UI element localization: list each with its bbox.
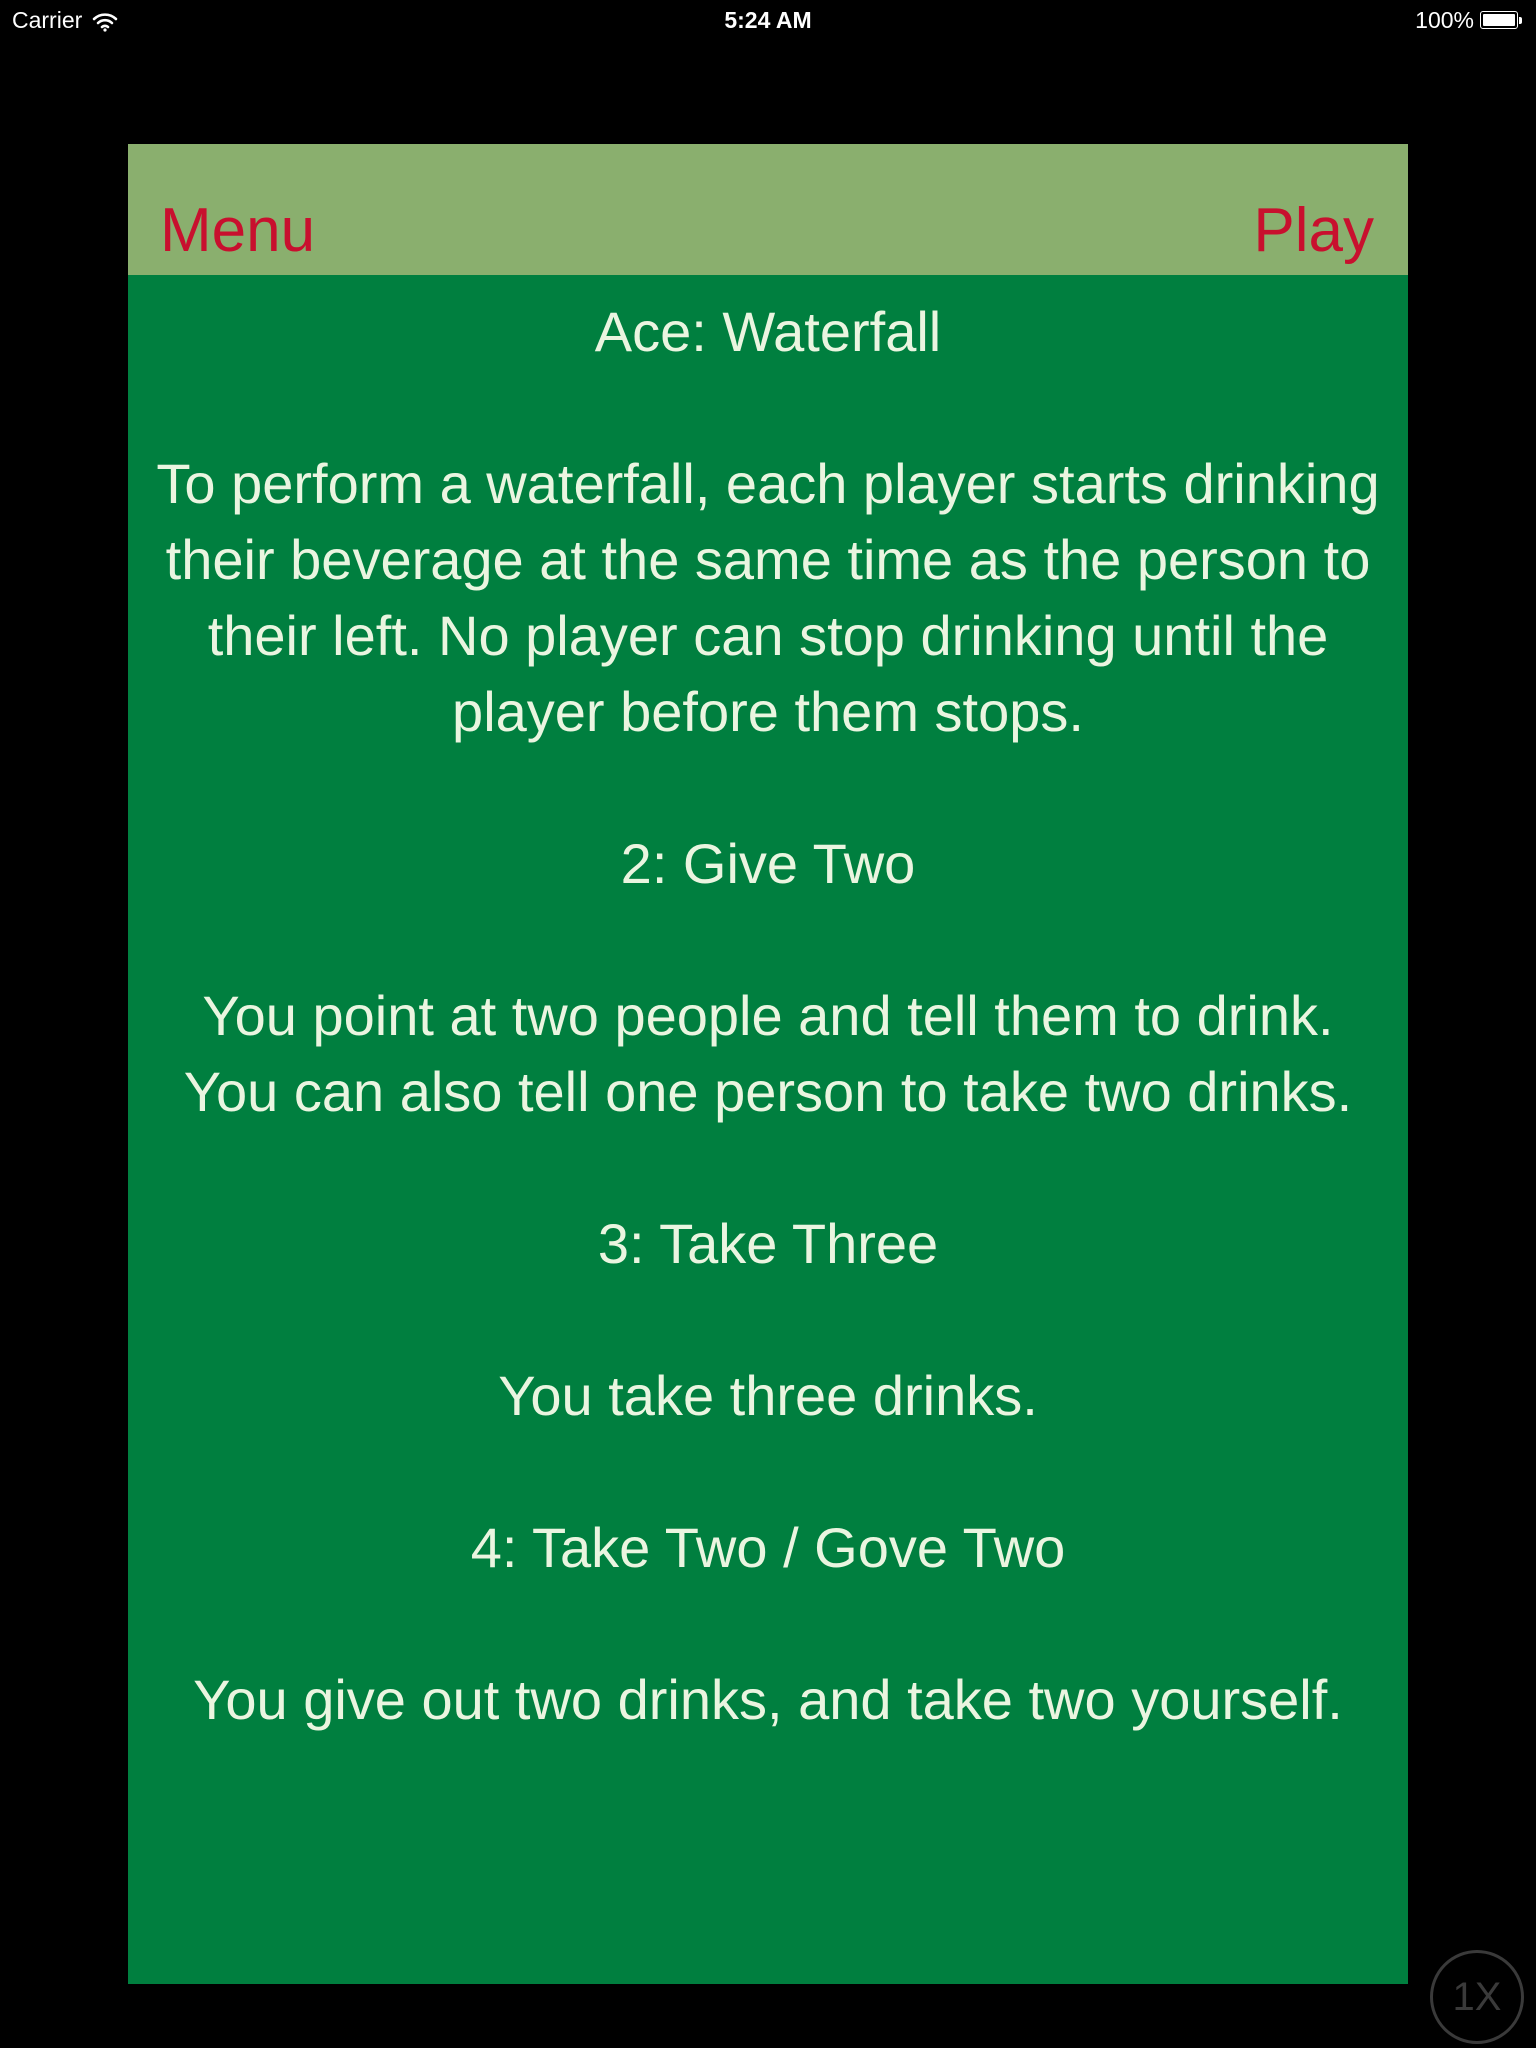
rule-description: To perform a waterfall, each player star…	[156, 452, 1380, 743]
screen: Carrier 5:24 AM 100% Menu Play Ace: Wate…	[0, 0, 1536, 2048]
battery-body	[1480, 10, 1518, 29]
rule-title: 4: Take Two / Gove Two	[470, 1516, 1066, 1579]
battery-tip	[1519, 16, 1522, 24]
rules-scroll-view[interactable]: Ace: Waterfall To perform a waterfall, ea…	[128, 275, 1408, 1984]
rules-card: Menu Play Ace: Waterfall To perform a wat…	[128, 144, 1408, 1984]
rule-description: You give out two drinks, and take two yo…	[193, 1668, 1343, 1731]
nav-bar: Menu Play	[128, 144, 1408, 275]
battery-icon	[1480, 10, 1524, 31]
status-right: 100%	[1415, 7, 1524, 34]
rule-title: 3: Take Three	[597, 1212, 939, 1275]
rules-text: Ace: Waterfall To perform a waterfall, ea…	[128, 275, 1408, 1738]
battery-percent: 100%	[1415, 7, 1474, 33]
menu-button[interactable]: Menu	[160, 194, 315, 268]
rule-title: Ace: Waterfall	[594, 300, 942, 363]
status-time: 5:24 AM	[724, 7, 812, 33]
battery-fill	[1483, 13, 1515, 26]
zoom-indicator[interactable]: 1X	[1430, 1950, 1524, 2044]
rule-title: 2: Give Two	[620, 832, 916, 895]
play-button[interactable]: Play	[1253, 194, 1374, 268]
status-bar: Carrier 5:24 AM 100%	[0, 0, 1536, 40]
rule-description: You take three drinks.	[498, 1364, 1038, 1427]
rule-description: You point at two people and tell them to…	[183, 984, 1353, 1123]
